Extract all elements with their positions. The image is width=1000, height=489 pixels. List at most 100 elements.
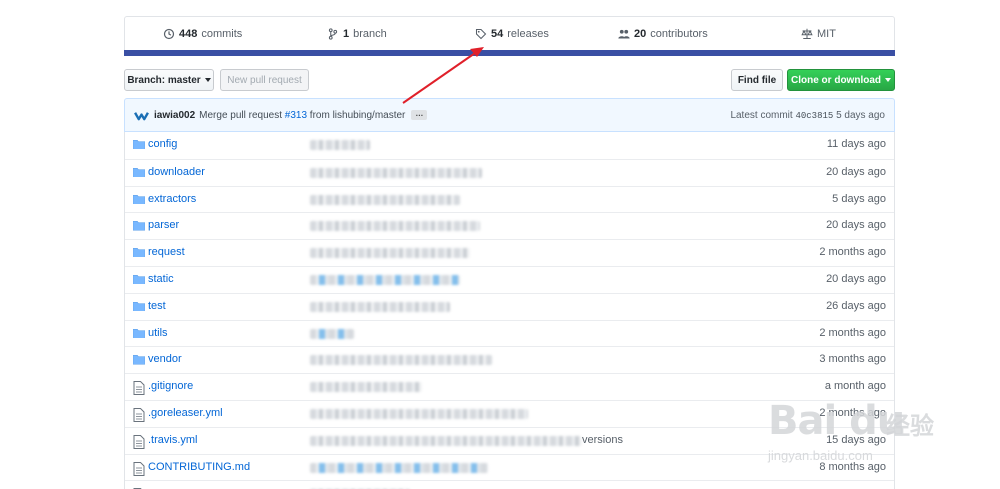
file-row[interactable]: vendor 3 months ago bbox=[125, 346, 894, 373]
file-name-link[interactable]: CONTRIBUTING.md bbox=[148, 461, 250, 473]
file-row[interactable]: extractors 5 days ago bbox=[125, 185, 894, 213]
find-file-label: Find file bbox=[737, 74, 777, 86]
folder-icon bbox=[132, 194, 146, 206]
people-icon bbox=[618, 29, 630, 39]
releases-count: 54 bbox=[491, 28, 504, 40]
releases-link[interactable]: 54 releases bbox=[475, 28, 549, 40]
law-icon bbox=[801, 28, 813, 39]
file-age: 2 months ago bbox=[819, 246, 886, 259]
file-age: 2 months ago bbox=[819, 326, 886, 339]
file-age: 5 days ago bbox=[832, 192, 886, 205]
new-pull-request-label: New pull request bbox=[227, 74, 302, 86]
file-icon bbox=[133, 381, 145, 396]
license-link[interactable]: MIT bbox=[801, 28, 836, 40]
file-name-link[interactable]: config bbox=[148, 138, 177, 150]
latest-commit-info: Latest commit 40c3815 5 days ago bbox=[730, 110, 885, 121]
commit-message[interactable]: Merge pull request #313 from lishubing/m… bbox=[199, 110, 405, 121]
folder-icon bbox=[132, 301, 146, 313]
avatar[interactable] bbox=[134, 110, 149, 121]
file-name-link[interactable]: downloader bbox=[148, 166, 205, 178]
chevron-down-icon bbox=[204, 78, 211, 82]
commit-message-redacted[interactable] bbox=[310, 248, 470, 259]
watermark-brand: Bai du bbox=[768, 398, 905, 444]
file-name-link[interactable]: .goreleaser.yml bbox=[148, 407, 223, 419]
file-name-link[interactable]: request bbox=[148, 246, 185, 258]
license-label: MIT bbox=[817, 28, 836, 40]
file-row[interactable] bbox=[125, 480, 894, 489]
contributors-link[interactable]: 20 contributors bbox=[618, 28, 708, 40]
baidu-jingyan-watermark: Bai du 经验 jingyan.baidu.com bbox=[764, 398, 949, 470]
commit-message-redacted[interactable] bbox=[310, 194, 460, 205]
branch-link[interactable]: 1 branch bbox=[327, 28, 387, 40]
commit-message-redacted[interactable] bbox=[310, 409, 528, 419]
commit-message-redacted[interactable] bbox=[310, 167, 482, 178]
commit-message-redacted[interactable] bbox=[310, 435, 582, 446]
contributors-label: contributors bbox=[650, 28, 708, 40]
pull-request-link[interactable]: #313 bbox=[285, 110, 307, 121]
file-name-link[interactable]: vendor bbox=[148, 353, 182, 365]
file-age: 3 months ago bbox=[819, 353, 886, 366]
clone-or-download-button[interactable]: Clone or download bbox=[787, 69, 895, 91]
file-row[interactable]: request 2 months ago bbox=[125, 239, 894, 266]
file-icon bbox=[133, 461, 145, 476]
commit-message-tail[interactable]: versions bbox=[582, 434, 623, 446]
file-name-link[interactable]: .travis.yml bbox=[148, 434, 198, 446]
commit-message-prefix: Merge pull request bbox=[199, 109, 282, 121]
commit-author-link[interactable]: iawia002 bbox=[154, 110, 195, 121]
file-age: 20 days ago bbox=[826, 219, 886, 232]
language-bar[interactable] bbox=[124, 50, 895, 56]
file-name-link[interactable]: extractors bbox=[148, 193, 196, 205]
branch-select-button[interactable]: Branch: master bbox=[124, 69, 214, 91]
file-icon bbox=[133, 434, 145, 449]
commit-message-redacted[interactable] bbox=[310, 462, 488, 473]
file-name-link[interactable]: .gitignore bbox=[148, 380, 193, 392]
branch-select-label: Branch: master bbox=[127, 74, 201, 86]
file-age: a month ago bbox=[824, 380, 886, 393]
file-name-link[interactable]: test bbox=[148, 300, 166, 312]
file-row[interactable]: static 20 days ago bbox=[125, 266, 894, 293]
file-name-link[interactable]: parser bbox=[148, 219, 179, 231]
commit-age: 5 days ago bbox=[836, 109, 885, 121]
commit-sha-link[interactable]: 40c3815 bbox=[795, 111, 833, 121]
folder-icon bbox=[132, 220, 146, 232]
file-age: 20 days ago bbox=[826, 165, 886, 178]
branch-icon bbox=[328, 28, 338, 40]
commit-message-redacted[interactable] bbox=[310, 328, 354, 339]
file-name-link[interactable]: static bbox=[148, 273, 174, 285]
file-row[interactable]: downloader 20 days ago bbox=[125, 158, 894, 186]
commits-count: 448 bbox=[179, 28, 198, 40]
contributors-count: 20 bbox=[634, 28, 647, 40]
new-pull-request-button[interactable]: New pull request bbox=[220, 69, 309, 91]
tag-icon bbox=[475, 28, 487, 40]
commit-message-redacted[interactable] bbox=[310, 355, 492, 366]
commit-message-redacted[interactable] bbox=[310, 275, 460, 285]
watermark-cn: 经验 bbox=[886, 413, 934, 440]
commit-message-redacted[interactable] bbox=[310, 140, 370, 150]
commit-message-suffix: from lishubing/master bbox=[309, 109, 406, 121]
latest-commit-bar: iawia002 Merge pull request #313 from li… bbox=[124, 98, 895, 132]
file-name-link[interactable]: utils bbox=[148, 327, 168, 339]
folder-icon bbox=[132, 274, 146, 286]
folder-icon bbox=[132, 167, 146, 179]
commits-label: commits bbox=[201, 28, 243, 40]
branch-label: branch bbox=[353, 28, 387, 40]
commit-message-redacted[interactable] bbox=[310, 382, 422, 393]
file-age: 11 days ago bbox=[826, 138, 886, 150]
file-age: 20 days ago bbox=[826, 273, 886, 285]
file-row[interactable]: config 11 days ago bbox=[125, 132, 894, 159]
file-row[interactable]: test 26 days ago bbox=[125, 292, 894, 320]
commits-link[interactable]: 448 commits bbox=[163, 28, 242, 40]
watermark-url: jingyan.baidu.com bbox=[768, 448, 873, 463]
chevron-down-icon bbox=[885, 78, 891, 82]
commit-message-redacted[interactable] bbox=[310, 221, 480, 232]
file-row[interactable]: utils 2 months ago bbox=[125, 319, 894, 347]
file-row[interactable]: .gitignore a month ago bbox=[125, 373, 894, 400]
commit-message-redacted[interactable] bbox=[310, 301, 450, 312]
releases-label: releases bbox=[507, 28, 549, 40]
file-age: 26 days ago bbox=[826, 299, 886, 312]
find-file-button[interactable]: Find file bbox=[731, 69, 783, 91]
branch-count: 1 bbox=[343, 28, 350, 40]
folder-icon bbox=[132, 354, 146, 366]
file-row[interactable]: parser 20 days ago bbox=[125, 212, 894, 239]
expand-commit-button[interactable]: … bbox=[411, 110, 428, 120]
